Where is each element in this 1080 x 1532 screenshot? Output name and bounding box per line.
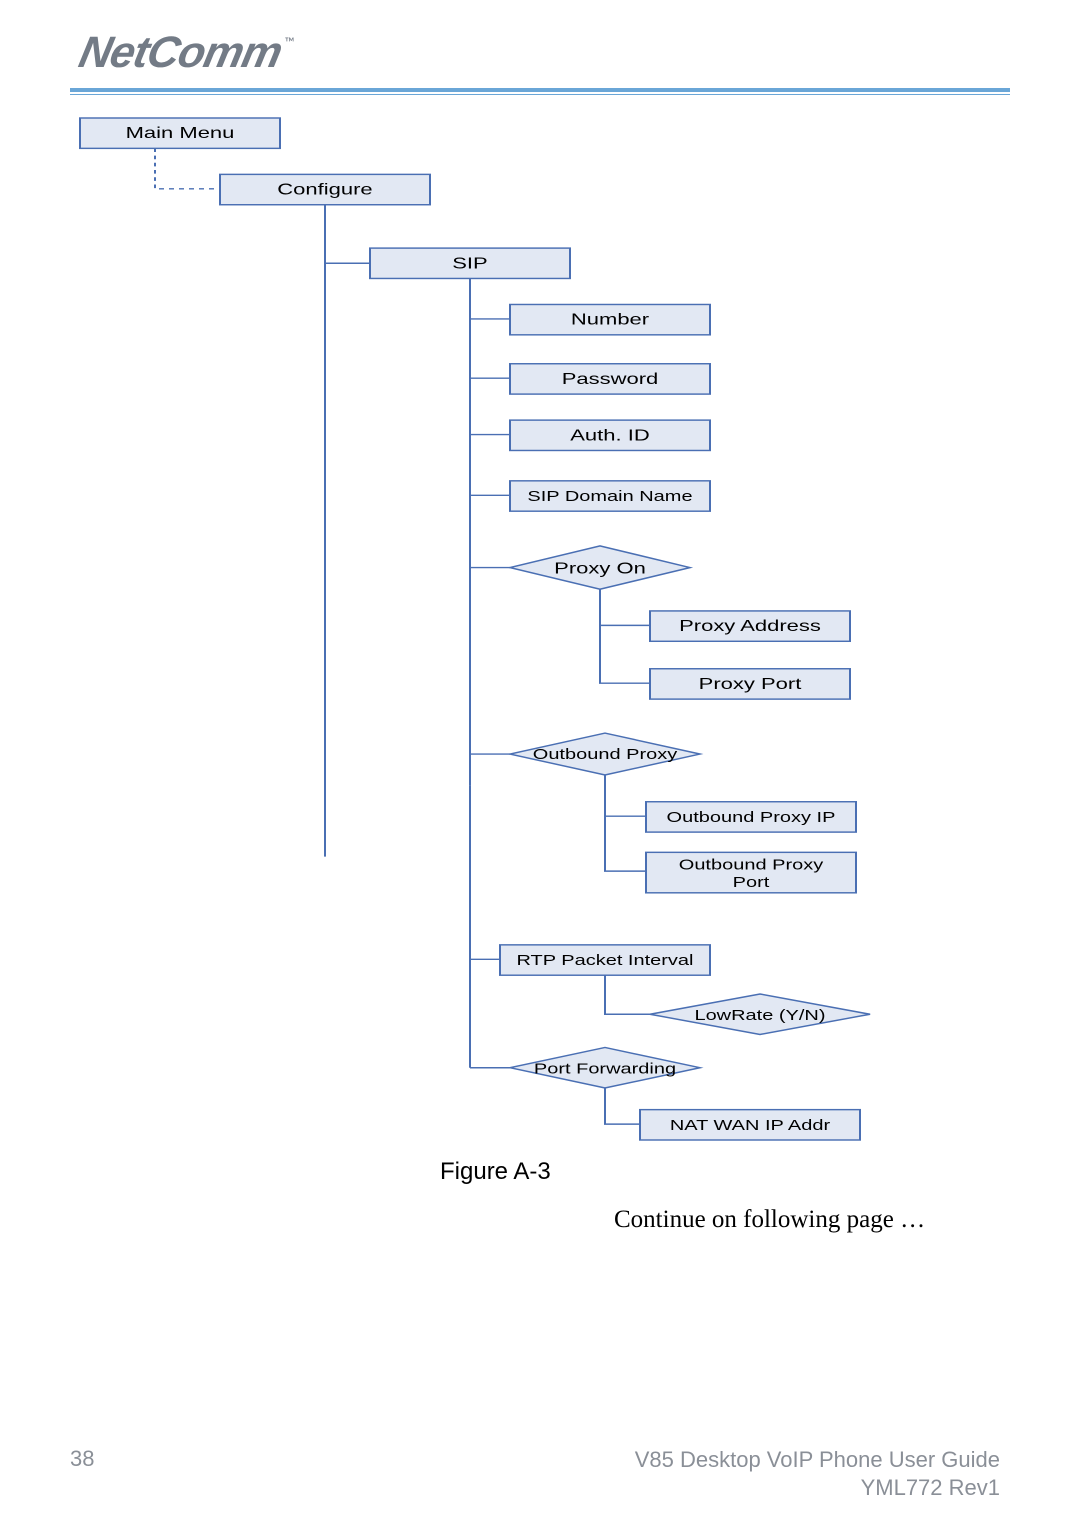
node-authid-label: Auth. ID bbox=[570, 427, 649, 444]
node-proxyon-label: Proxy On bbox=[554, 560, 646, 577]
node-portfwd-label: Port Forwarding bbox=[534, 1060, 676, 1077]
footer-rev: YML772 Rev1 bbox=[635, 1474, 1000, 1502]
continue-note: Continue on following page … bbox=[614, 1206, 925, 1234]
footer-right: V85 Desktop VoIP Phone User Guide YML772… bbox=[635, 1446, 1000, 1501]
connector-to-lowrate bbox=[605, 975, 650, 1014]
node-main-menu-label: Main Menu bbox=[126, 125, 235, 142]
node-sipdomain-label: SIP Domain Name bbox=[527, 488, 692, 505]
node-proxyport-label: Proxy Port bbox=[699, 676, 802, 693]
connector-to-natwan bbox=[605, 1088, 640, 1124]
footer-title: V85 Desktop VoIP Phone User Guide bbox=[635, 1446, 1000, 1474]
node-outproxyip-label: Outbound Proxy IP bbox=[667, 809, 836, 826]
node-natwan-label: NAT WAN IP Addr bbox=[670, 1117, 831, 1134]
connector-main-to-configure bbox=[155, 148, 220, 188]
node-number-label: Number bbox=[571, 311, 650, 328]
node-rtp-label: RTP Packet Interval bbox=[516, 952, 693, 969]
node-outproxyport-label1: Outbound Proxy bbox=[679, 856, 824, 873]
spine-proxyon bbox=[600, 589, 650, 683]
node-configure-label: Configure bbox=[277, 181, 372, 198]
spine-outproxy bbox=[605, 775, 646, 871]
figure-caption: Figure A-3 bbox=[440, 1158, 551, 1186]
page-number: 38 bbox=[70, 1446, 94, 1472]
node-sip-label: SIP bbox=[452, 255, 487, 272]
flowchart-diagram: Main Menu Configure SIP Number Password … bbox=[0, 0, 1080, 1532]
node-outproxy-label: Outbound Proxy bbox=[533, 746, 678, 763]
node-outproxyport-label2: Port bbox=[733, 874, 770, 891]
node-password-label: Password bbox=[562, 371, 659, 388]
node-proxyaddr-label: Proxy Address bbox=[679, 618, 821, 635]
node-lowrate-label: LowRate (Y/N) bbox=[694, 1007, 825, 1024]
